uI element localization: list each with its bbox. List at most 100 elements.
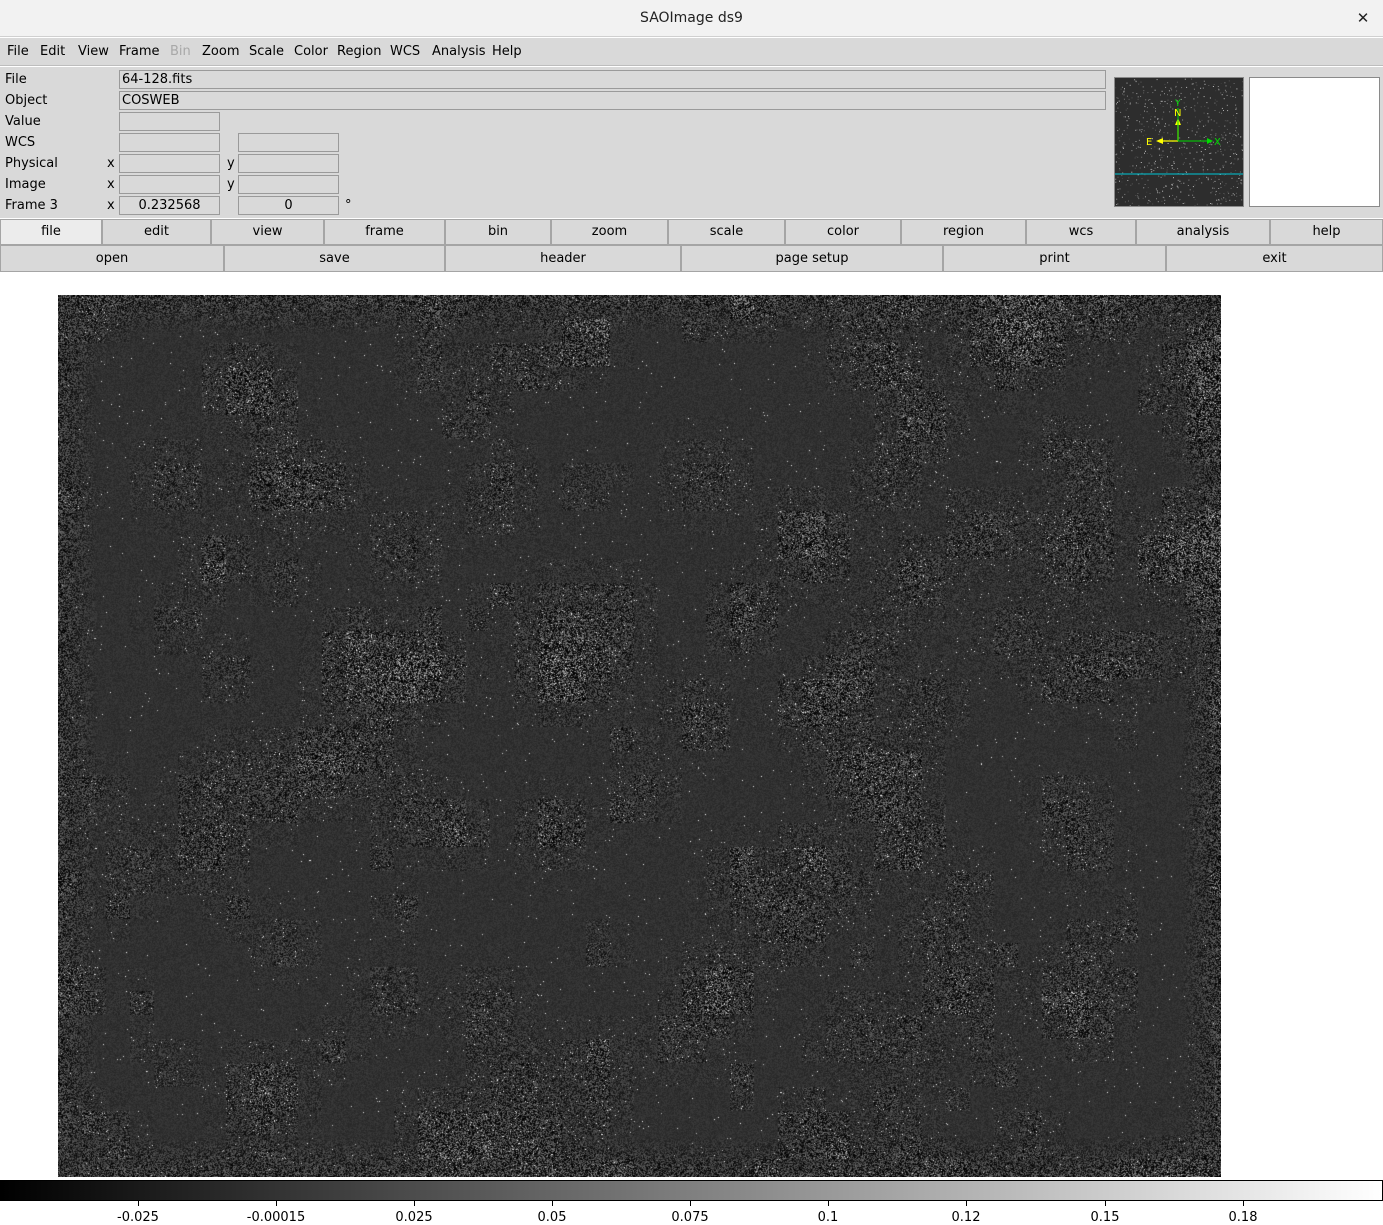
frame-zoom-field: 0.232568	[119, 196, 220, 215]
panner-noise-dot	[1240, 182, 1242, 184]
category-frame-button[interactable]: frame	[324, 219, 445, 245]
panner-noise-dot	[1138, 205, 1140, 206]
panner-noise-dot	[1150, 102, 1152, 104]
panner-noise-dot	[1230, 172, 1232, 173]
panner-noise-dot	[1216, 199, 1218, 201]
category-bin-button[interactable]: bin	[445, 219, 551, 245]
panner-noise-dot	[1135, 80, 1137, 82]
panner-noise-dot	[1172, 183, 1174, 184]
menu-zoom[interactable]: Zoom	[202, 38, 239, 66]
panner-noise-dot	[1169, 111, 1171, 113]
panner-noise-dot	[1128, 177, 1130, 179]
colorbar-tick-label: 0.075	[671, 1210, 709, 1225]
panner-noise-dot	[1203, 164, 1205, 166]
save-button[interactable]: save	[224, 245, 445, 272]
panner-noise-dot	[1227, 191, 1229, 193]
panner-noise-dot	[1221, 137, 1223, 139]
panner-noise-dot	[1165, 123, 1166, 125]
panner-noise-dot	[1222, 154, 1224, 156]
category-scale-label: scale	[709, 224, 744, 239]
panner-noise-dot	[1149, 193, 1151, 194]
category-analysis-button[interactable]: analysis	[1136, 219, 1270, 245]
panner-noise-dot	[1138, 83, 1140, 85]
panner-noise-dot	[1163, 197, 1165, 199]
panner-noise-dot	[1240, 136, 1242, 138]
panner-noise-dot	[1115, 178, 1117, 180]
panner-noise-dot	[1187, 184, 1188, 186]
category-file-button[interactable]: file	[0, 219, 102, 245]
panner-noise-dot	[1230, 187, 1232, 189]
fits-image[interactable]	[58, 295, 1221, 1177]
menu-frame[interactable]: Frame	[119, 38, 160, 66]
panner-noise-dot	[1142, 197, 1144, 199]
category-view-button[interactable]: view	[211, 219, 324, 245]
panner-noise-dot	[1117, 130, 1119, 132]
page-setup-button[interactable]: page setup	[681, 245, 943, 272]
menu-color[interactable]: Color	[294, 38, 328, 66]
panner-noise-dot	[1163, 186, 1165, 188]
panner-noise-dot	[1140, 162, 1142, 163]
panner-noise-dot	[1239, 171, 1241, 173]
panner-noise-dot	[1180, 191, 1182, 193]
panner-noise-dot	[1231, 91, 1233, 93]
panner-noise-dot	[1158, 123, 1160, 125]
menu-scale[interactable]: Scale	[249, 38, 284, 66]
panner-noise-dot	[1172, 194, 1174, 196]
menu-bin[interactable]: Bin	[170, 38, 191, 66]
panner-noise-dot	[1213, 84, 1215, 85]
panner-noise-dot	[1194, 199, 1196, 201]
panner-noise-dot	[1128, 98, 1130, 100]
panner-noise-dot	[1134, 79, 1136, 81]
category-color-button[interactable]: color	[785, 219, 901, 245]
header-button[interactable]: header	[445, 245, 681, 272]
category-zoom-button[interactable]: zoom	[551, 219, 668, 245]
category-wcs-button[interactable]: wcs	[1026, 219, 1136, 245]
panner-noise-dot	[1238, 178, 1240, 179]
panner-noise-dot	[1170, 134, 1172, 135]
panner-noise-dot	[1136, 93, 1138, 95]
panner-noise-dot	[1141, 129, 1143, 131]
panner-noise-dot	[1207, 121, 1209, 123]
menu-help[interactable]: Help	[492, 38, 522, 66]
menu-wcs[interactable]: WCS	[390, 38, 420, 66]
menu-file[interactable]: File	[7, 38, 29, 66]
panner-noise-dot	[1152, 103, 1153, 105]
panner-noise-dot	[1213, 120, 1215, 122]
menu-region[interactable]: Region	[337, 38, 382, 66]
panner-noise-dot	[1214, 102, 1216, 104]
panner-noise-dot	[1122, 172, 1124, 174]
panner-noise-dot	[1225, 183, 1227, 185]
panner-noise-dot	[1221, 94, 1223, 96]
panner-noise-dot	[1215, 194, 1217, 196]
panner[interactable]: N E X Y	[1114, 77, 1244, 207]
panner-noise-dot	[1225, 134, 1227, 136]
menu-analysis[interactable]: Analysis	[432, 38, 486, 66]
panner-noise-dot	[1211, 203, 1213, 205]
image-display-area[interactable]	[0, 273, 1383, 1179]
category-scale-button[interactable]: scale	[668, 219, 785, 245]
category-region-button[interactable]: region	[901, 219, 1026, 245]
panner-noise-dot	[1181, 87, 1183, 89]
panner-noise-dot	[1128, 138, 1130, 140]
panner-noise-dot	[1226, 120, 1228, 122]
panner-noise-dot	[1223, 197, 1225, 199]
print-button[interactable]: print	[943, 245, 1166, 272]
panner-noise-dot	[1164, 203, 1165, 205]
panner-noise-dot	[1154, 116, 1156, 118]
open-button[interactable]: open	[0, 245, 224, 272]
menu-edit[interactable]: Edit	[40, 38, 65, 66]
panner-noise-dot	[1187, 129, 1189, 131]
panner-noise-dot	[1208, 85, 1210, 86]
category-edit-button[interactable]: edit	[102, 219, 211, 245]
panner-noise-dot	[1191, 78, 1193, 80]
colorbar[interactable]	[0, 1180, 1383, 1201]
panner-noise-dot	[1203, 176, 1205, 178]
category-region-label: region	[942, 224, 985, 239]
panner-noise-dot	[1174, 201, 1176, 203]
close-icon[interactable]: ✕	[1353, 8, 1373, 28]
menu-view[interactable]: View	[78, 38, 109, 66]
panner-noise-dot	[1203, 96, 1205, 98]
exit-button[interactable]: exit	[1166, 245, 1383, 272]
panner-noise-dot	[1229, 132, 1231, 134]
category-help-button[interactable]: help	[1270, 219, 1383, 245]
